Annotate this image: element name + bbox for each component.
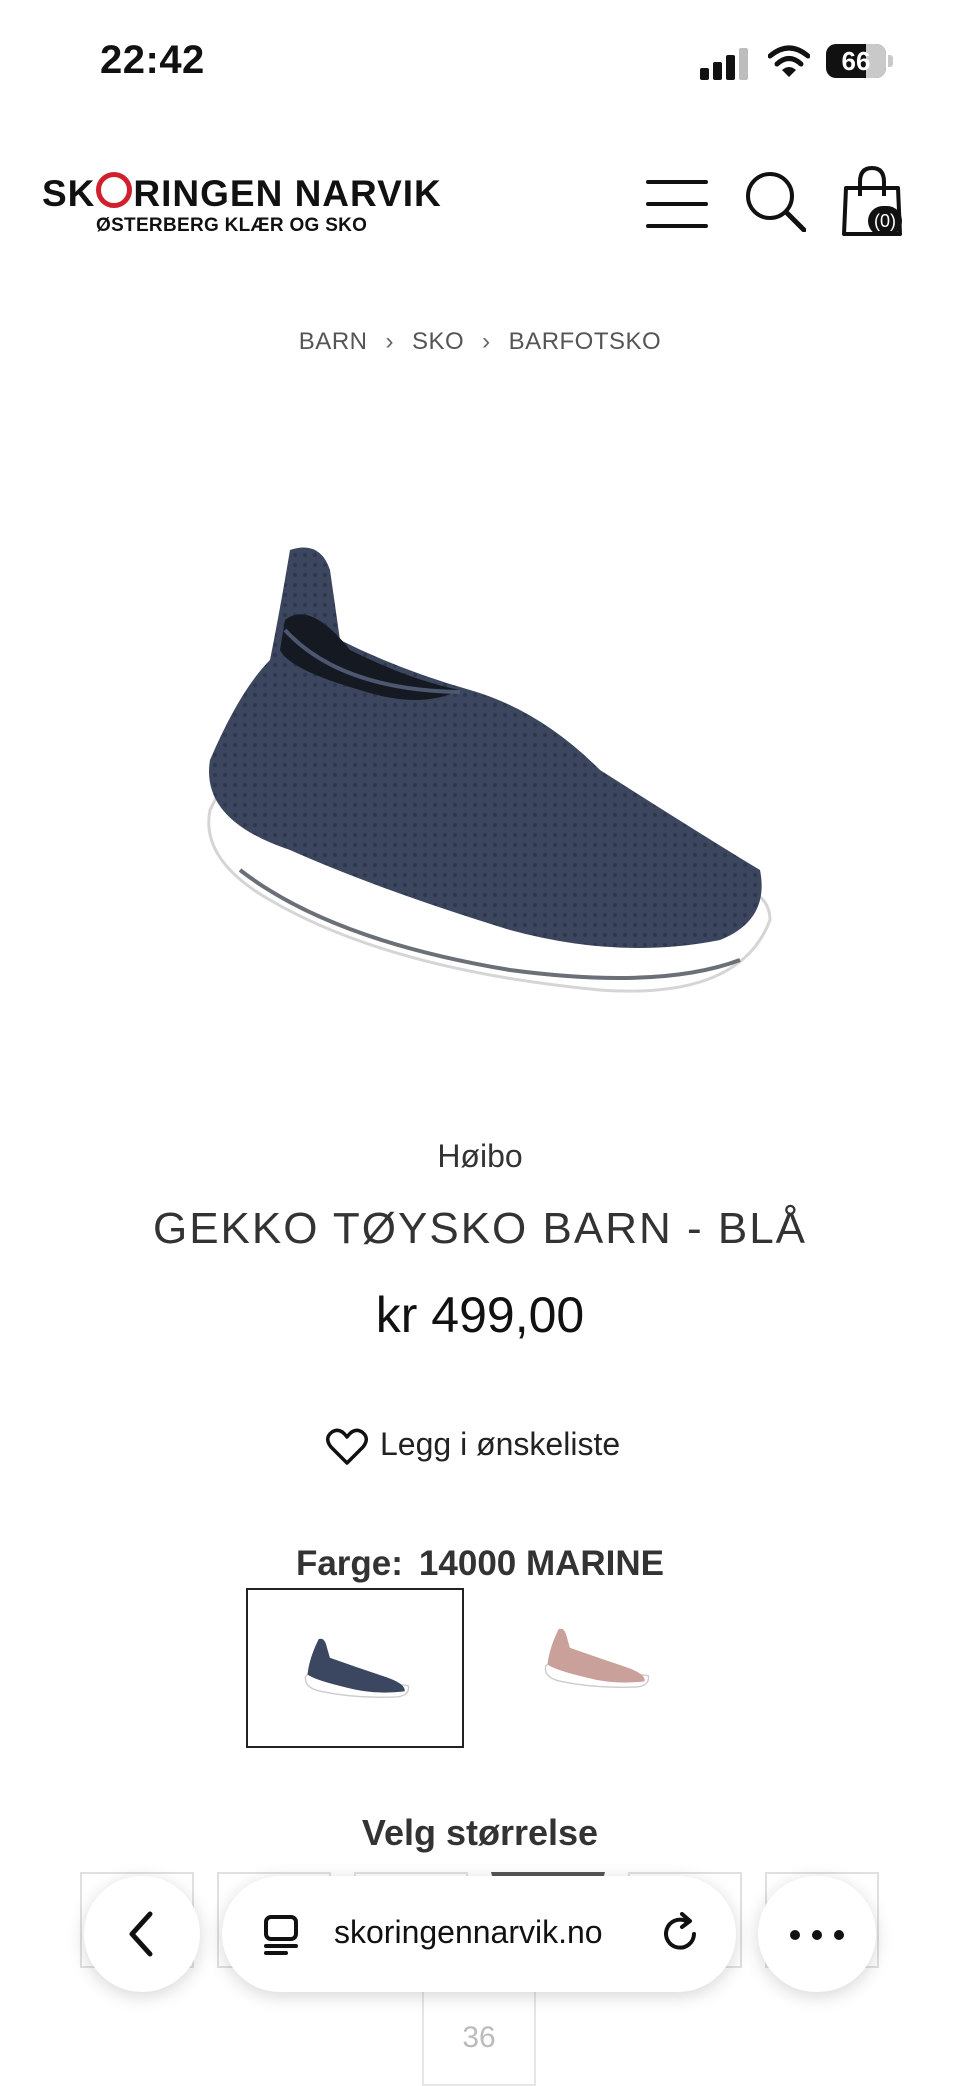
url-text: skoringennarvik.no: [334, 1914, 603, 1950]
size-option-36[interactable]: 36: [422, 1990, 536, 2086]
more-icon[interactable]: [758, 1876, 876, 1992]
swatch-shoe-image: [544, 1628, 650, 1689]
color-selector-label: Farge: 14000 MARINE: [0, 1544, 960, 1584]
menu-icon[interactable]: [646, 180, 708, 228]
reload-icon[interactable]: [658, 1912, 702, 1956]
color-swatch-pink[interactable]: [496, 1588, 714, 1748]
breadcrumb-item-sko[interactable]: SKO: [412, 328, 464, 355]
swatch-shoe-image: [304, 1638, 410, 1699]
address-bar[interactable]: skoringennarvik.no: [222, 1876, 736, 1992]
breadcrumb-item-barfotsko[interactable]: BARFOTSKO: [509, 328, 662, 355]
color-label: Farge:: [295, 1544, 403, 1583]
color-swatch-marine[interactable]: [246, 1588, 464, 1748]
product-title: GEKKO TØYSKO BARN - BLÅ: [152, 1204, 808, 1253]
battery-level: 66: [841, 46, 871, 76]
product-image[interactable]: [180, 540, 780, 1020]
wishlist-label: Legg i ønskeliste: [380, 1426, 621, 1462]
store-logo-subtitle: ØSTERBERG KLÆR OG SKO: [96, 215, 368, 236]
back-chevron-icon: [129, 1911, 153, 1957]
heart-icon: [326, 1428, 368, 1465]
wifi-icon: [768, 45, 810, 77]
browser-back-button[interactable]: [84, 1876, 200, 1992]
color-value: 14000 MARINE: [418, 1544, 665, 1583]
add-to-wishlist-button[interactable]: Legg i ønskeliste: [326, 1422, 636, 1470]
chevron-right-icon: ›: [482, 328, 491, 355]
chevron-right-icon: ›: [385, 328, 394, 355]
cart-count-badge: (0): [868, 206, 902, 236]
logo-ring-icon: [96, 172, 133, 208]
size-heading: Velg størrelse: [361, 1812, 599, 1853]
tabs-icon[interactable]: [262, 1914, 304, 1956]
store-logo[interactable]: SK RINGEN NARVIK: [42, 172, 442, 215]
breadcrumb-item-barn[interactable]: BARN: [299, 328, 368, 355]
search-icon[interactable]: [744, 170, 806, 232]
product-brand[interactable]: Høibo: [0, 1138, 960, 1175]
product-price: kr 499,00: [375, 1287, 585, 1343]
status-time: 22:42: [100, 38, 205, 82]
battery-indicator: 66: [826, 44, 894, 80]
breadcrumb: BARN › SKO › BARFOTSKO: [0, 328, 960, 356]
cellular-signal-icon: [700, 48, 752, 80]
